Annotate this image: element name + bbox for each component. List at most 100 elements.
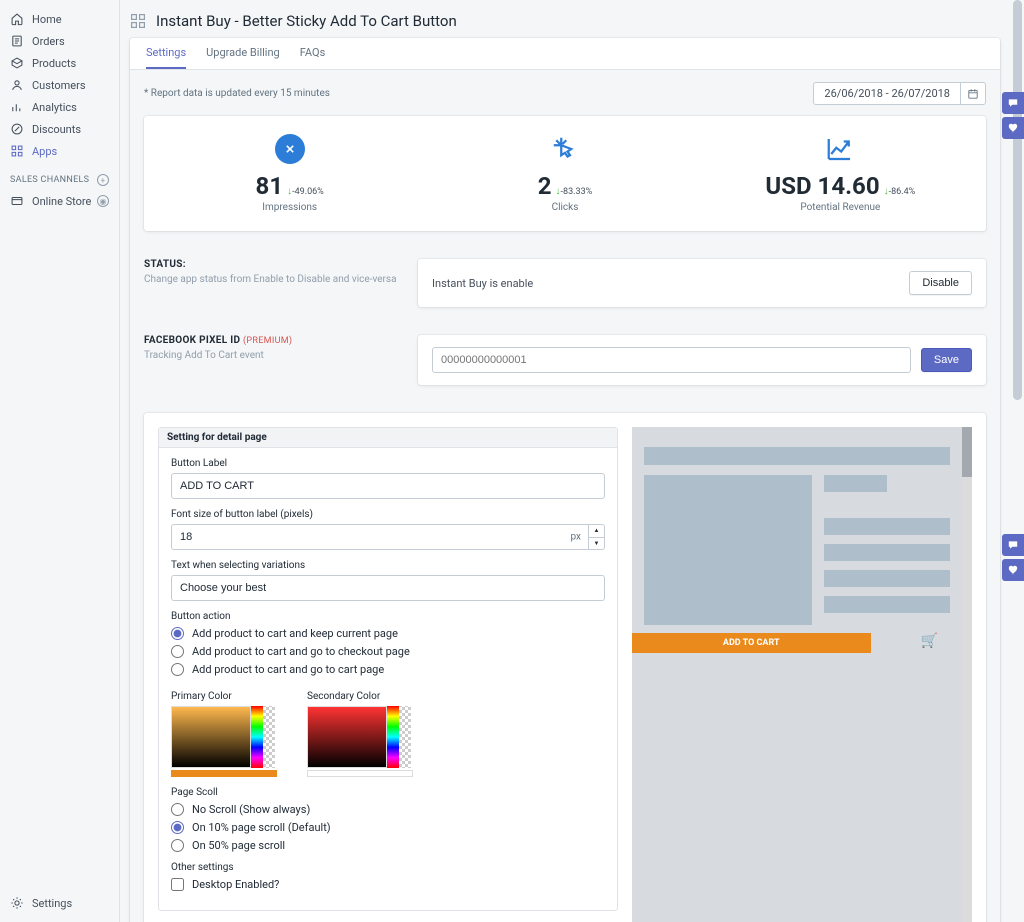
button-label-input[interactable]: [171, 473, 605, 499]
action-radio-keep[interactable]: Add product to cart and keep current pag…: [171, 627, 605, 640]
sales-channels-header: SALES CHANNELS +: [0, 162, 119, 190]
font-size-input[interactable]: [171, 524, 605, 550]
desktop-enabled-checkbox[interactable]: Desktop Enabled?: [171, 878, 605, 891]
nav-apps[interactable]: Apps: [0, 140, 119, 162]
scroll-radio-none[interactable]: No Scroll (Show always): [171, 803, 605, 816]
nav-label: Products: [32, 57, 76, 70]
sidebar: Home Orders Products Customers Analytics…: [0, 0, 120, 922]
nav-home[interactable]: Home: [0, 8, 119, 30]
status-section: STATUS: Change app status from Enable to…: [144, 259, 986, 307]
preview-scrollbar[interactable]: [962, 427, 972, 477]
date-range-input[interactable]: 26/06/2018 - 26/07/2018: [813, 82, 961, 105]
primary-color-label: Primary Color: [171, 691, 277, 702]
online-store-icon: [10, 194, 24, 208]
gear-icon: [10, 896, 24, 910]
page-header: Instant Buy - Better Sticky Add To Cart …: [130, 8, 1000, 38]
secondary-color-label: Secondary Color: [307, 691, 413, 702]
preview-add-to-cart: ADD TO CART: [632, 633, 871, 653]
cart-icon: 🛒: [921, 633, 938, 649]
action-radio-cart[interactable]: Add product to cart and go to cart page: [171, 663, 605, 676]
nav-analytics[interactable]: Analytics: [0, 96, 119, 118]
revenue-value: USD 14.60: [765, 172, 879, 200]
impressions-delta: ↓-49.06%: [287, 187, 324, 197]
date-range-picker[interactable]: 26/06/2018 - 26/07/2018: [813, 82, 986, 105]
font-size-label: Font size of button label (pixels): [171, 509, 605, 520]
font-size-unit: px: [570, 532, 581, 543]
nav-label: Apps: [32, 145, 57, 158]
clicks-icon: [550, 134, 580, 164]
config-area: Setting for detail page Button Label Fon…: [144, 413, 986, 922]
view-store-icon[interactable]: ◉: [97, 195, 109, 207]
revenue-icon: [825, 134, 855, 164]
main-content: Instant Buy - Better Sticky Add To Cart …: [120, 0, 1010, 922]
config-left: Setting for detail page Button Label Fon…: [158, 427, 618, 922]
orders-icon: [10, 34, 24, 48]
nav-orders[interactable]: Orders: [0, 30, 119, 52]
tab-settings[interactable]: Settings: [146, 38, 186, 69]
detail-page-fieldset: Setting for detail page Button Label Fon…: [158, 427, 618, 911]
impressions-value: 81: [256, 172, 284, 200]
add-channel-button[interactable]: +: [97, 174, 109, 186]
apps-icon: [130, 13, 146, 29]
nav-label: Settings: [32, 897, 72, 910]
nav-online-store[interactable]: Online Store ◉: [0, 190, 119, 212]
tab-content: * Report data is updated every 15 minute…: [130, 70, 1000, 922]
other-settings-label: Other settings: [171, 862, 605, 873]
scroll-radio-10[interactable]: On 10% page scroll (Default): [171, 821, 605, 834]
stat-revenue: USD 14.60 ↓-86.4% Potential Revenue: [703, 134, 978, 213]
nav-customers[interactable]: Customers: [0, 74, 119, 96]
status-value: Instant Buy is enable: [432, 277, 909, 290]
preview-pane: ADD TO CART 🛒: [632, 427, 972, 922]
page-title: Instant Buy - Better Sticky Add To Cart …: [156, 12, 457, 30]
secondary-color-picker[interactable]: [307, 706, 413, 768]
nav-label: Discounts: [32, 123, 81, 136]
nav-label: Analytics: [32, 101, 77, 114]
impressions-icon: [275, 134, 305, 164]
revenue-label: Potential Revenue: [703, 202, 978, 213]
nav-settings[interactable]: Settings: [0, 892, 119, 914]
fb-pixel-input[interactable]: [432, 347, 911, 373]
fb-pixel-header: FACEBOOK PIXEL ID (PREMIUM): [144, 335, 404, 346]
page-scroll-label: Page Scoll: [171, 787, 605, 798]
tabs: Settings Upgrade Billing FAQs: [130, 38, 1000, 70]
clicks-value: 2: [538, 172, 552, 200]
nav-label: Online Store: [32, 195, 97, 208]
nav-products[interactable]: Products: [0, 52, 119, 74]
fb-pixel-section: FACEBOOK PIXEL ID (PREMIUM) Tracking Add…: [144, 335, 986, 385]
primary-color-picker[interactable]: [171, 706, 277, 768]
calendar-button[interactable]: [961, 82, 986, 105]
revenue-delta: ↓-86.4%: [884, 187, 916, 197]
customers-icon: [10, 78, 24, 92]
home-icon: [10, 12, 24, 26]
clicks-delta: ↓-83.33%: [556, 187, 593, 197]
nav-label: Customers: [32, 79, 86, 92]
variation-input[interactable]: [171, 575, 605, 601]
nav-label: Orders: [32, 35, 65, 48]
status-header: STATUS:: [144, 259, 404, 270]
stat-impressions: 81↓-49.06% Impressions: [152, 134, 427, 213]
nav-label: Home: [32, 13, 62, 26]
clicks-label: Clicks: [427, 202, 702, 213]
discounts-icon: [10, 122, 24, 136]
products-icon: [10, 56, 24, 70]
sales-channels-label: SALES CHANNELS: [10, 175, 89, 185]
app-panel: Settings Upgrade Billing FAQs * Report d…: [130, 38, 1000, 922]
variation-label: Text when selecting variations: [171, 560, 605, 571]
nav-discounts[interactable]: Discounts: [0, 118, 119, 140]
status-note: Change app status from Enable to Disable…: [144, 274, 404, 285]
font-size-spinner[interactable]: ▲▼: [588, 525, 604, 549]
tab-faqs[interactable]: FAQs: [300, 38, 326, 69]
tab-upgrade-billing[interactable]: Upgrade Billing: [206, 38, 280, 69]
analytics-icon: [10, 100, 24, 114]
apps-icon: [10, 144, 24, 158]
disable-button[interactable]: Disable: [909, 271, 972, 295]
impressions-label: Impressions: [152, 202, 427, 213]
button-label-label: Button Label: [171, 458, 605, 469]
scroll-radio-50[interactable]: On 50% page scroll: [171, 839, 605, 852]
action-radio-checkout[interactable]: Add product to cart and go to checkout p…: [171, 645, 605, 658]
detail-legend: Setting for detail page: [159, 428, 617, 448]
stat-clicks: 2 ↓-83.33% Clicks: [427, 134, 702, 213]
button-action-label: Button action: [171, 611, 605, 622]
fb-pixel-save-button[interactable]: Save: [921, 348, 972, 372]
fb-pixel-note: Tracking Add To Cart event: [144, 350, 404, 361]
